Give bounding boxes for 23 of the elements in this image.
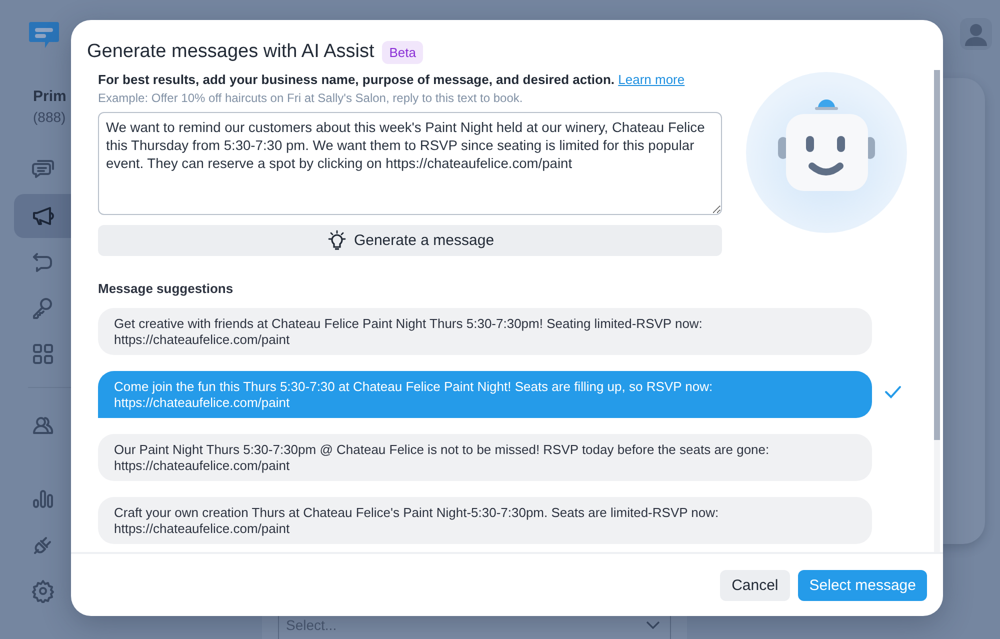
message-prompt-field[interactable]: We want to remind our customers about this week's Paint Night held at our winery, Chateau Felice this Thursday from 5:30-7:30 pm. We want them to RSVP since seating is limited for this popular event. They can reserve a spot by clicking on https://chateaufelice.com/paint (98, 112, 722, 215)
account-name: Prim (33, 88, 68, 105)
beta-badge: Beta (382, 40, 423, 64)
chevron-down-icon (646, 620, 660, 628)
account-phone: (888) (33, 109, 67, 125)
settings-icon[interactable] (31, 579, 55, 603)
message-suggestion[interactable]: Craft your own creation Thurs at Chateau Felice's Paint Night-5:30-7:30pm. Seats are limited-RSVP now: https://chateaufelice.com/paint (98, 497, 872, 544)
megaphone-icon (31, 204, 55, 228)
generate-message-button[interactable]: Generate a message (98, 225, 722, 256)
dialog-title: Generate messages with AI Assist (87, 41, 374, 63)
grid-icon (31, 342, 55, 366)
key-icon (31, 296, 55, 320)
example-text: Example: Offer 10% off haircuts on Fri at Sally's Salon, reply to this text to book. (98, 91, 524, 105)
section-heading: Message suggestions (98, 281, 234, 296)
lightbulb-icon (326, 230, 348, 252)
message-suggestion[interactable]: Get creative with friends at Chateau Felice Paint Night Thurs 5:30-7:30pm! Seating limited-RSVP now: https://chateaufelice.com/paint (98, 308, 872, 355)
instructions-text: For best results, add your business name, purpose of message, and desired action. Learn more (98, 72, 686, 87)
message-suggestion[interactable]: Our Paint Night Thurs 5:30-7:30pm @ Chateau Felice is not to be missed! RSVP today before the seats are gone: https://chateaufelice.com/paint (98, 434, 872, 481)
scrollbar[interactable] (934, 70, 940, 552)
reply-icon (31, 250, 55, 274)
bar-chart-icon (31, 487, 55, 511)
cancel-button[interactable]: Cancel (720, 570, 790, 600)
checkmark-icon (884, 385, 902, 399)
